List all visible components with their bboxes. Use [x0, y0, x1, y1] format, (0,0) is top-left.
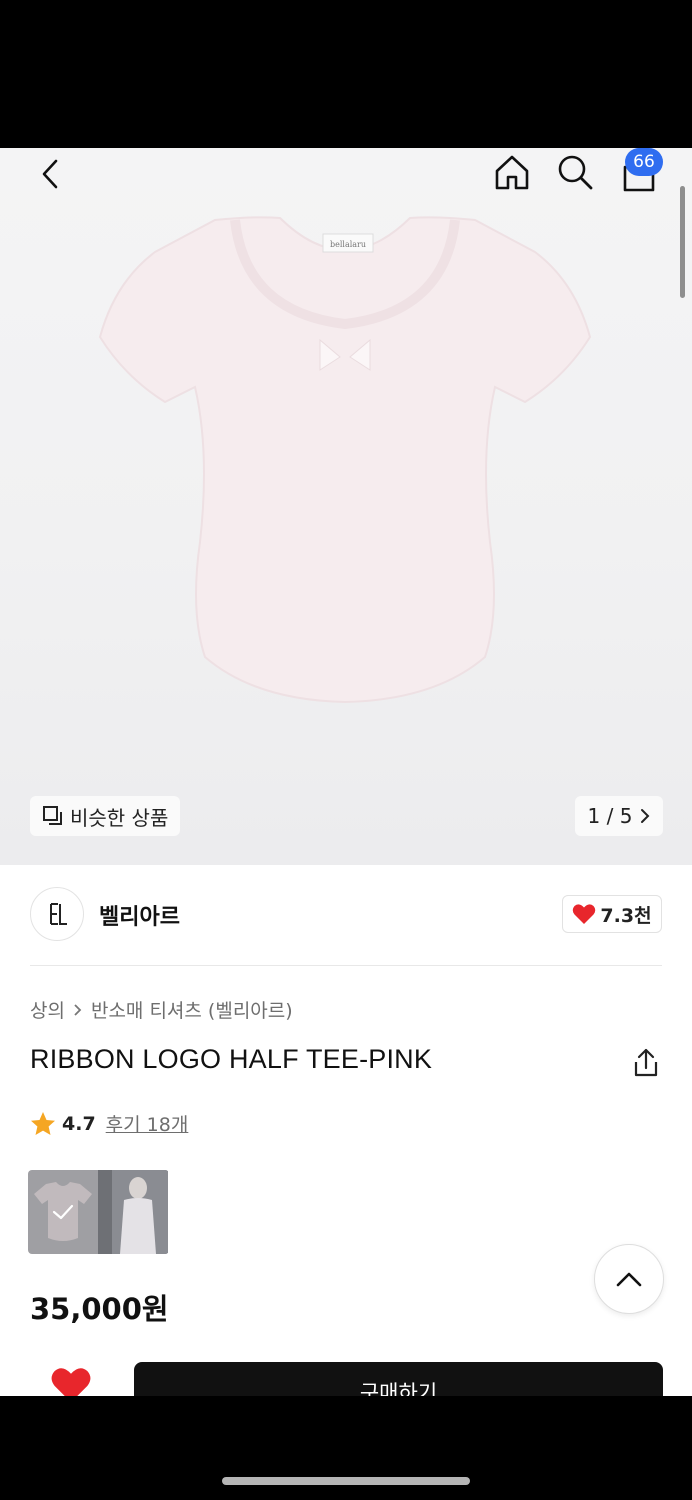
product-title: RIBBON LOGO HALF TEE-PINK	[30, 1044, 433, 1074]
scroll-top-button[interactable]	[594, 1244, 664, 1314]
brand-row[interactable]: 벨리아르 7.3천	[0, 865, 692, 965]
brand-logo-mark	[50, 903, 67, 925]
scrollbar[interactable]	[680, 186, 685, 298]
home-icon	[495, 155, 529, 190]
share-button[interactable]	[626, 1044, 666, 1084]
thumb-model-image	[98, 1170, 168, 1254]
product-page: bellalaru 66 비슷한 상품 1 / 5 벨리아르 7.3천 상의 반…	[0, 148, 692, 1396]
similar-products-label: 비슷한 상품	[70, 805, 169, 830]
rating-score: 4.7	[62, 1112, 96, 1135]
search-icon	[558, 155, 593, 190]
chevron-up-icon	[616, 1272, 642, 1287]
cart-count-badge: 66	[625, 148, 663, 176]
search-button[interactable]	[553, 150, 597, 194]
similar-products-button[interactable]: 비슷한 상품	[30, 796, 181, 836]
color-option[interactable]	[98, 1170, 168, 1254]
home-indicator[interactable]	[222, 1477, 470, 1485]
image-pager[interactable]: 1 / 5	[575, 796, 663, 836]
color-option-selected[interactable]	[28, 1170, 98, 1254]
home-button[interactable]	[490, 150, 534, 194]
product-image: bellalaru	[98, 216, 592, 704]
color-options	[28, 1170, 169, 1254]
chevron-icon	[74, 1003, 82, 1016]
check-icon	[52, 1204, 74, 1220]
rating-row: 4.7 후기 18개	[30, 1110, 188, 1137]
product-price: 35,000원	[30, 1292, 169, 1326]
brand-like-button[interactable]: 7.3천	[562, 895, 662, 933]
heart-icon	[573, 904, 596, 924]
reviews-link[interactable]: 후기 18개	[106, 1110, 189, 1137]
chevron-right-icon	[641, 809, 650, 823]
share-icon	[634, 1048, 658, 1077]
breadcrumb-category[interactable]: 상의	[30, 996, 65, 1023]
similar-icon	[43, 806, 62, 825]
star-icon	[31, 1111, 55, 1135]
heart-icon	[51, 1368, 91, 1396]
brand-logo[interactable]	[30, 887, 84, 941]
back-button[interactable]	[28, 152, 72, 196]
breadcrumb-subcategory[interactable]: 반소매 티셔츠 (벨리아르)	[91, 996, 293, 1023]
pager-text: 1 / 5	[587, 804, 633, 828]
status-area	[0, 0, 692, 148]
brand-like-count: 7.3천	[600, 904, 652, 927]
divider	[30, 965, 662, 966]
breadcrumb: 상의 반소매 티셔츠 (벨리아르)	[30, 996, 293, 1023]
brand-name[interactable]: 벨리아르	[99, 899, 180, 931]
tag-text: bellalaru	[330, 240, 366, 249]
back-icon	[42, 159, 58, 189]
product-gallery[interactable]: bellalaru 66 비슷한 상품 1 / 5	[0, 148, 692, 865]
buy-button[interactable]: 구매하기	[134, 1362, 663, 1396]
wishlist-button[interactable]	[50, 1366, 92, 1396]
